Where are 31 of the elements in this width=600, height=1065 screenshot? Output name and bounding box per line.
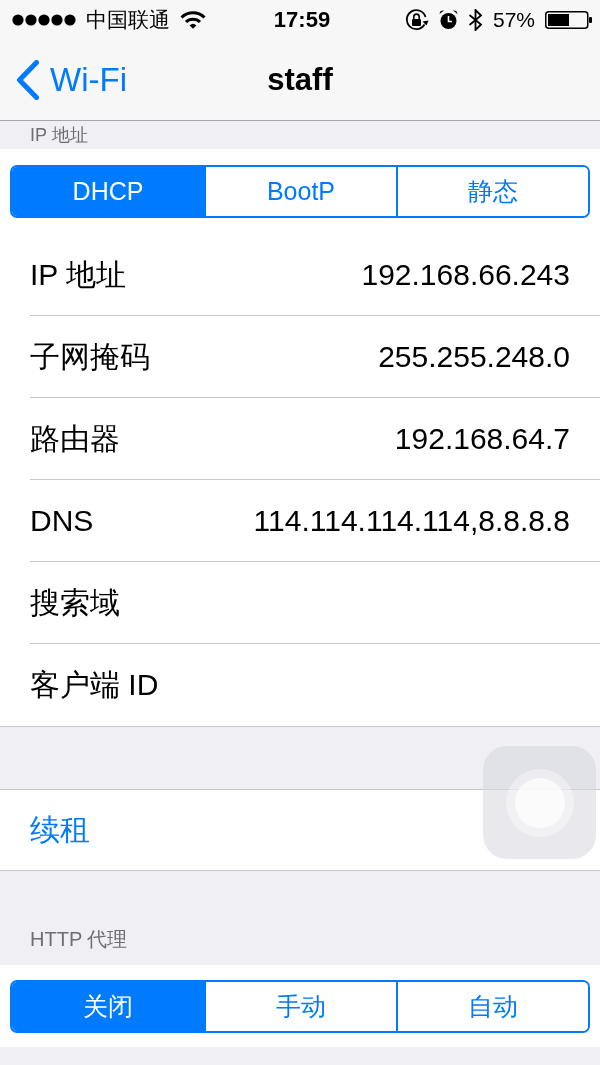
back-button[interactable]: Wi-Fi [15, 60, 127, 100]
concentric-circles-icon [505, 768, 574, 837]
field-label: IP 地址 [30, 256, 127, 293]
carrier-name: 中国联通 [86, 8, 170, 32]
segment-button[interactable]: DHCP [12, 167, 204, 216]
renew-button[interactable]: 续租 [0, 789, 600, 871]
field-label: 子网掩码 [30, 338, 150, 375]
section-header: IP 地址 [30, 125, 88, 146]
assistive-touch-button[interactable] [483, 746, 596, 859]
clock-time: 17:59 [273, 8, 331, 32]
alarm-clock-icon [438, 10, 458, 30]
field-value: 192.168.66.243 [361, 256, 570, 293]
battery-icon [545, 11, 592, 29]
signal-strength-icon [12, 14, 76, 26]
field-label: 搜索域 [30, 584, 120, 621]
segment-button[interactable]: 自动 [396, 982, 588, 1031]
rotation-lock-icon [404, 9, 429, 31]
field-label: 客户端 ID [30, 667, 159, 703]
segment-button[interactable]: 关闭 [12, 982, 204, 1031]
section-header: HTTP 代理 [30, 928, 128, 950]
wifi-icon [180, 11, 206, 29]
chevron-left-icon [15, 60, 40, 100]
field-value: 255.255.248.0 [378, 338, 570, 375]
field-label: 路由器 [30, 420, 120, 457]
screen-title: staff [267, 61, 333, 99]
field-value: 114.114.114.114,8.8.8.8 [253, 502, 570, 539]
field-label: DNS [30, 502, 94, 539]
field-value: 192.168.64.7 [394, 420, 570, 457]
bluetooth-icon [467, 9, 483, 31]
segment-button[interactable]: 静态 [396, 167, 588, 216]
battery-percentage: 57% [492, 8, 535, 32]
